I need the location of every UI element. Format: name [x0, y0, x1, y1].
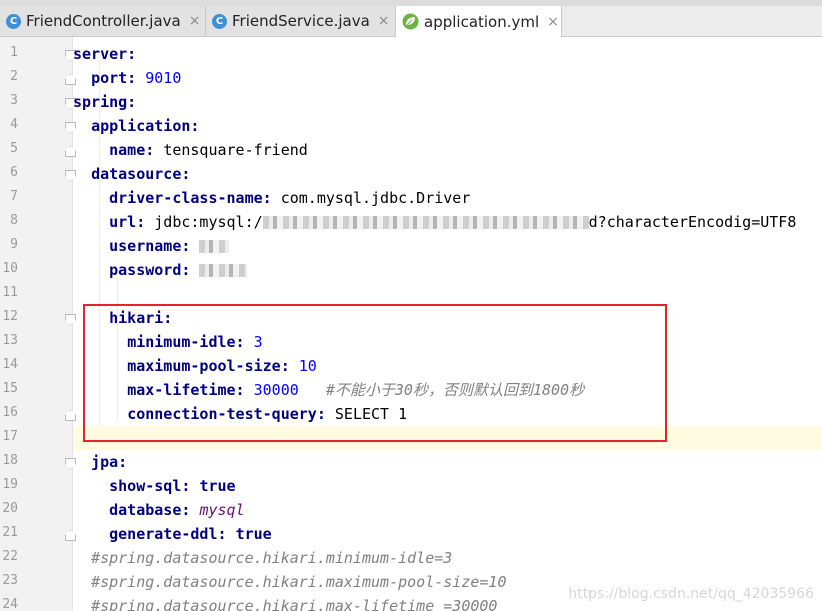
line-number: 12 [2, 309, 18, 324]
code-line: datasource: [73, 162, 822, 186]
line-number: 3 [10, 93, 18, 108]
code-line: spring: [73, 90, 822, 114]
line-number: 24 [2, 597, 18, 611]
class-c-icon: C [212, 13, 227, 29]
code-line: #spring.datasource.hikari.minimum-idle=3 [73, 546, 822, 570]
code-line: driver-class-name: com.mysql.jdbc.Driver [73, 186, 822, 210]
yaml-key: driver-class-name: [109, 189, 272, 207]
tab-label: application.yml [424, 12, 540, 31]
close-icon[interactable]: × [189, 13, 201, 29]
yaml-key: server: [73, 45, 137, 63]
line-number: 23 [2, 573, 18, 588]
code-line: username: [73, 234, 822, 258]
redacted-blur [262, 216, 589, 229]
line-number: 1 [10, 45, 18, 60]
line-number: 5 [10, 141, 18, 156]
redacted-blur [199, 264, 248, 277]
yaml-key: datasource: [91, 165, 191, 183]
yaml-key: port: [91, 69, 137, 87]
line-number: 15 [2, 381, 18, 396]
line-number: 21 [2, 525, 18, 540]
code-line: show-sql: true [73, 474, 822, 498]
line-number: 17 [2, 429, 18, 444]
yaml-key: generate-ddl: [109, 525, 227, 543]
line-number: 11 [2, 285, 18, 300]
code-line: port: 9010 [73, 66, 822, 90]
yaml-key: url: [109, 213, 146, 231]
line-number: 2 [10, 69, 18, 84]
line-number: 22 [2, 549, 18, 564]
watermark: https://blog.csdn.net/qq_42035966 [568, 586, 814, 602]
line-number: 8 [10, 213, 18, 228]
yaml-value: jdbc:mysql:/ [154, 213, 263, 231]
line-number: 7 [10, 189, 18, 204]
yaml-key: username: [109, 237, 191, 255]
line-number: 20 [2, 501, 18, 516]
yaml-value: true [199, 477, 236, 495]
line-number: 19 [2, 477, 18, 492]
yaml-value: com.mysql.jdbc.Driver [280, 189, 471, 207]
line-number: 4 [10, 117, 18, 132]
yaml-comment: #spring.datasource.hikari.max-lifetime =… [91, 597, 498, 611]
line-number: 16 [2, 405, 18, 420]
yaml-key: jpa: [91, 453, 128, 471]
line-number: 18 [2, 453, 18, 468]
yaml-key: database: [109, 501, 191, 519]
code-line: url: jdbc:mysql:/ d?characterEncodig=UTF8 [73, 210, 822, 234]
code-line: database: mysql [73, 498, 822, 522]
code-line: generate-ddl: true [73, 522, 822, 546]
code-line: server: [73, 42, 822, 66]
code-line: application: [73, 114, 822, 138]
spring-leaf-icon [402, 13, 419, 30]
close-icon[interactable]: × [547, 14, 559, 30]
line-number: 10 [2, 261, 18, 276]
yaml-value: mysql [199, 501, 245, 519]
yaml-key: show-sql: [109, 477, 191, 495]
yaml-value: tensquare-friend [163, 141, 308, 159]
editor-tab-bar: C FriendController.java × C FriendServic… [0, 6, 822, 37]
yaml-comment: #spring.datasource.hikari.maximum-pool-s… [91, 573, 507, 591]
line-number: 13 [2, 333, 18, 348]
tab-label: FriendController.java [26, 12, 181, 30]
yaml-key: password: [109, 261, 191, 279]
line-number-gutter: 1 2 3 4 5 6 7 8 9 10 11 12 13 14 15 16 1… [0, 37, 76, 611]
yaml-value: true [235, 525, 272, 543]
yaml-key: spring: [73, 93, 137, 111]
tab-friendcontroller[interactable]: C FriendController.java × [0, 6, 206, 36]
yaml-value: 9010 [145, 69, 182, 87]
tab-application-yml[interactable]: application.yml × [396, 6, 562, 37]
editor-window: C FriendController.java × C FriendServic… [0, 0, 822, 611]
yaml-key: application: [91, 117, 200, 135]
redacted-blur [199, 240, 230, 253]
class-c-icon: C [6, 13, 21, 29]
tab-label: FriendService.java [232, 12, 370, 30]
code-line: jpa: [73, 450, 822, 474]
highlight-annotation-box [83, 304, 667, 442]
close-icon[interactable]: × [378, 13, 390, 29]
line-number: 14 [2, 357, 18, 372]
code-line: name: tensquare-friend [73, 138, 822, 162]
line-number: 6 [10, 165, 18, 180]
yaml-value: d?characterEncodig=UTF8 [588, 213, 797, 231]
line-number: 9 [10, 237, 18, 252]
yaml-key: name: [109, 141, 155, 159]
code-line: password: [73, 258, 822, 282]
tab-friendservice[interactable]: C FriendService.java × [206, 6, 396, 36]
yaml-comment: #spring.datasource.hikari.minimum-idle=3 [91, 549, 453, 567]
